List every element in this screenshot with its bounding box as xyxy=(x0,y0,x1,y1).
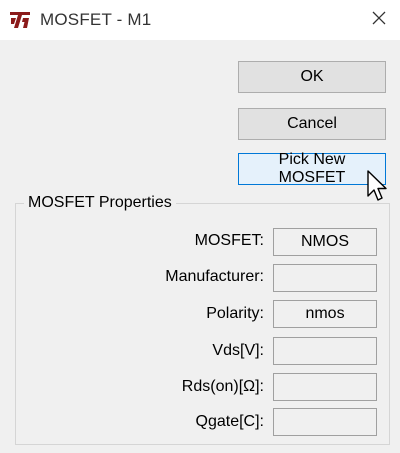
pick-new-mosfet-button[interactable]: Pick New MOSFET xyxy=(238,151,386,186)
mouse-cursor-icon xyxy=(366,169,392,205)
manufacturer-value-field xyxy=(273,264,377,292)
ltspice-logo-icon xyxy=(8,8,32,32)
qgate-label: Qgate[C]: xyxy=(195,413,264,430)
group-title: MOSFET Properties xyxy=(24,194,176,212)
close-icon xyxy=(371,10,387,31)
mosfet-label: MOSFET: xyxy=(194,232,264,249)
mosfet-value-field: NMOS xyxy=(273,228,377,256)
rds-on-value-field xyxy=(273,373,377,401)
vds-value-field xyxy=(273,337,377,365)
close-button[interactable] xyxy=(362,4,396,36)
ok-button[interactable]: OK xyxy=(238,61,386,93)
title-bar: MOSFET - M1 xyxy=(0,0,400,40)
vds-label: Vds[V]: xyxy=(212,342,264,359)
polarity-value-field: nmos xyxy=(273,300,377,328)
rds-on-label: Rds(on)[Ω]: xyxy=(181,378,264,395)
qgate-value-field xyxy=(273,408,377,436)
cancel-button[interactable]: Cancel xyxy=(238,108,386,140)
polarity-label: Polarity: xyxy=(206,305,264,322)
window-title: MOSFET - M1 xyxy=(40,10,152,29)
manufacturer-label: Manufacturer: xyxy=(165,268,264,285)
